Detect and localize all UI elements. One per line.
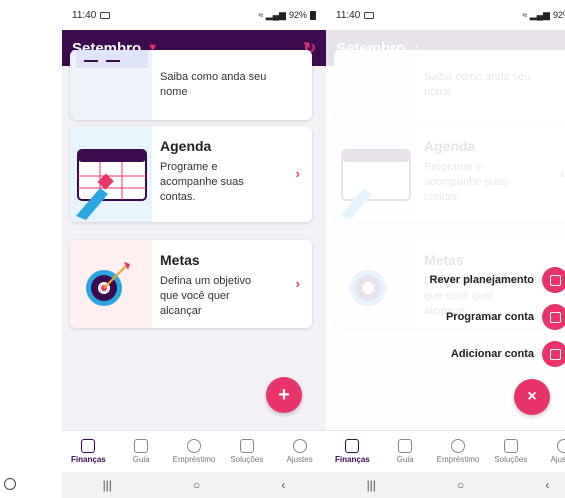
card-metas-description: Defina um objetivo que você quer alcança… [160, 275, 252, 317]
chart-icon [345, 439, 360, 453]
card-agenda-description: Programe e acompanhe suas contas. [160, 161, 244, 203]
recents-button[interactable]: ||| [367, 478, 376, 492]
nav-label: Empréstimo [436, 455, 480, 464]
home-button[interactable]: ○ [193, 478, 200, 492]
card-nome-description: Saiba como anda seu nome [160, 71, 267, 98]
adicionar-conta-action[interactable]: Adicionar conta [451, 341, 565, 367]
phone-screen-menu-open: 11:40 ≈ ▂▄▆ 92% Setembro ▼ ↻ Saiba como … [326, 0, 565, 498]
nav-label: Soluções [494, 455, 528, 464]
nav-item-guia[interactable]: Guia [379, 439, 431, 464]
signal-icon: ≈ ▂▄▆ [522, 9, 550, 20]
gallery-icon [364, 11, 375, 19]
battery-icon [310, 10, 316, 20]
nav-label: Finanças [71, 455, 106, 464]
screenshot-stage: 11:40 ≈ ▂▄▆ 92% Setembro ▼ ↻ Saiba como … [0, 0, 565, 498]
nav-label: Ajustes [286, 455, 313, 464]
battery-level: 92% [552, 10, 565, 20]
nav-label: Ajustes [550, 455, 565, 464]
scrim-overlay[interactable] [326, 30, 565, 430]
card-nome-illustration [70, 50, 152, 120]
nav-label: Soluções [230, 455, 264, 464]
nav-item-ajustes[interactable]: Ajustes [274, 439, 326, 464]
back-button[interactable]: ‹ [281, 478, 285, 492]
circle-mark-icon [4, 478, 16, 490]
nav-label: Guia [396, 455, 414, 464]
status-bar: 11:40 ≈ ▂▄▆ 92% [326, 0, 565, 30]
bag-icon [503, 439, 518, 453]
nav-item-financas[interactable]: Finanças [62, 439, 114, 464]
add-bill-icon [549, 348, 561, 360]
adicionar-conta-button[interactable] [542, 341, 565, 367]
back-button[interactable]: ‹ [545, 478, 549, 492]
rever-planejamento-button[interactable] [542, 267, 565, 293]
calendar-illustration-icon [70, 126, 152, 222]
bag-icon [239, 439, 254, 453]
calculator-icon [549, 274, 561, 286]
nav-item-ajustes[interactable]: Ajustes [538, 439, 565, 464]
status-time: 11:40 [336, 9, 361, 21]
action-label: Programar conta [445, 311, 534, 323]
nav-label: Empréstimo [172, 455, 216, 464]
book-icon [134, 439, 149, 453]
programar-conta-button[interactable] [542, 304, 565, 330]
signal-icon: ≈ ▂▄▆ [258, 9, 286, 20]
status-time: 11:40 [72, 9, 97, 21]
rever-planejamento-action[interactable]: Rever planejamento [429, 267, 565, 293]
home-button[interactable]: ○ [457, 478, 464, 492]
add-fab-button[interactable]: + [266, 377, 302, 413]
chevron-right-icon: › [295, 276, 300, 291]
system-navigation-bar: ||| ○ ‹ [326, 472, 565, 498]
calendar-icon [549, 311, 561, 323]
nav-item-solucoes[interactable]: Soluções [485, 439, 537, 464]
programar-conta-action[interactable]: Programar conta [446, 304, 565, 330]
nav-label: Finanças [335, 455, 370, 464]
system-navigation-bar: ||| ○ ‹ [62, 472, 326, 498]
bottom-navigation: Finanças Guia Empréstimo Soluções Ajuste… [62, 430, 326, 472]
bottom-navigation: Finanças Guia Empréstimo Soluções Ajuste… [326, 430, 565, 472]
gear-icon [556, 439, 565, 453]
nav-item-emprestimo[interactable]: Empréstimo [168, 439, 220, 464]
nav-item-emprestimo[interactable]: Empréstimo [432, 439, 484, 464]
nav-label: Guia [132, 455, 150, 464]
card-agenda-title: Agenda [160, 138, 212, 154]
close-fab-button[interactable]: × [514, 379, 550, 415]
chevron-right-icon: › [295, 166, 300, 181]
action-label: Rever planejamento [429, 274, 534, 286]
recents-button[interactable]: ||| [103, 478, 112, 492]
money-icon [450, 439, 465, 453]
money-icon [186, 439, 201, 453]
action-label: Adicionar conta [450, 348, 534, 360]
card-nome[interactable]: Saiba como anda seu nome [70, 50, 312, 120]
card-metas-title: Metas [160, 252, 200, 268]
nav-item-solucoes[interactable]: Soluções [221, 439, 273, 464]
gallery-icon [100, 11, 111, 19]
target-illustration-icon [70, 240, 152, 328]
book-icon [398, 439, 413, 453]
nav-item-guia[interactable]: Guia [115, 439, 167, 464]
status-bar: 11:40 ≈ ▂▄▆ 92% [62, 0, 326, 30]
battery-level: 92% [288, 10, 307, 20]
nav-item-financas[interactable]: Finanças [326, 439, 378, 464]
card-agenda[interactable]: Agenda Programe e acompanhe suas contas.… [70, 126, 312, 222]
phone-screen-main: 11:40 ≈ ▂▄▆ 92% Setembro ▼ ↻ Saiba como … [62, 0, 326, 498]
chart-icon [81, 439, 96, 453]
gear-icon [292, 439, 307, 453]
card-metas[interactable]: Metas Defina um objetivo que você quer a… [70, 240, 312, 328]
